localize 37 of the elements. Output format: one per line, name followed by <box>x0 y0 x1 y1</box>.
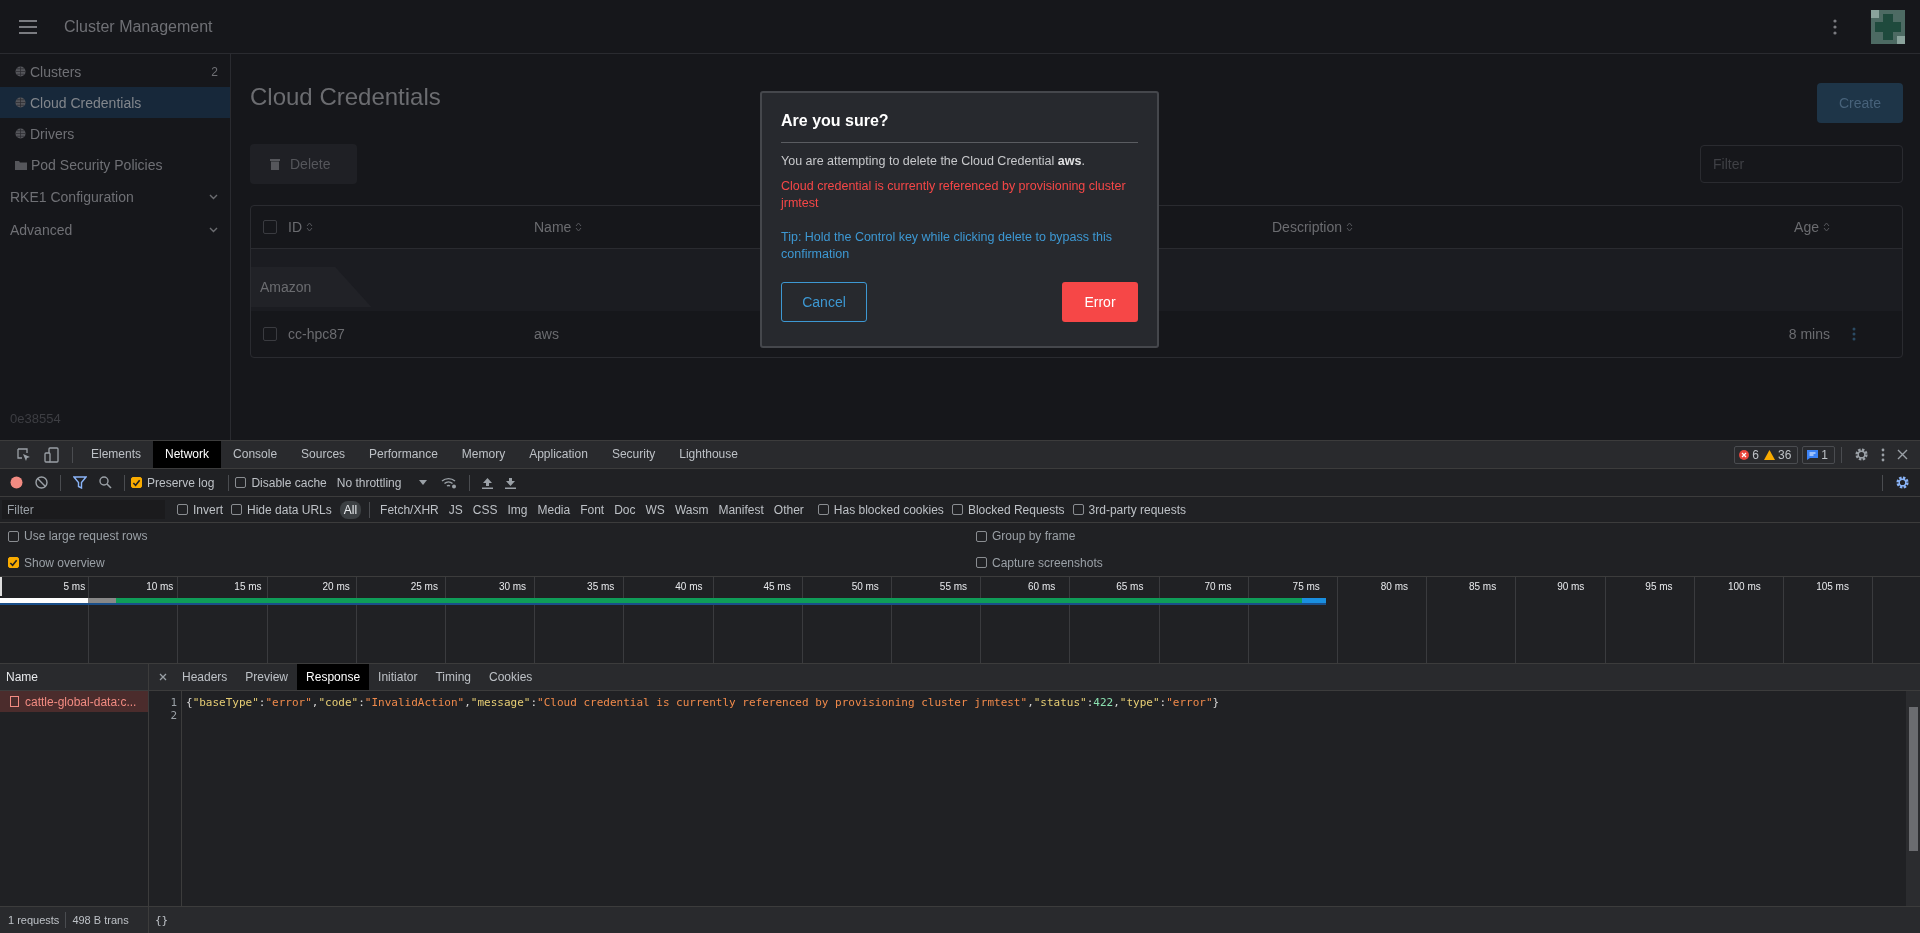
timeline-tick: 40 ms <box>674 580 704 594</box>
timeline-tick: 45 ms <box>762 580 792 594</box>
timeline-tick: 5 ms <box>62 580 87 594</box>
table-cell-text: 8 mins <box>1787 326 1830 342</box>
page-title: Cloud Credentials <box>250 83 441 111</box>
timeline-tick: 50 ms <box>850 580 880 594</box>
timeline-tick: 15 ms <box>233 580 263 594</box>
code-line: {"baseType":"error","code":"InvalidAction","message":"Cloud credential is currently referenced by provisioning cluster jrmtest","status":422,"type":"error"} <box>186 696 1220 709</box>
count-label: 2 <box>211 64 218 79</box>
line-number: 2 <box>170 709 177 722</box>
app-title: Cluster Management <box>64 17 213 36</box>
timeline-tick: 105 ms <box>1815 580 1850 594</box>
timeline-tick: 70 ms <box>1203 580 1233 594</box>
error-message: Cloud credential is currently referenced by provisioning cluster jrmtest <box>781 178 1127 212</box>
tip-text: Tip: Hold the Control key while clicking delete to bypass this confirmation <box>781 229 1113 263</box>
timeline-tick: 65 ms <box>1115 580 1145 594</box>
status-text: 1 requests <box>8 914 60 926</box>
timeline-tick: 100 ms <box>1726 580 1762 594</box>
dialog-message: You are attempting to delete the Cloud Credential aws. <box>781 153 1086 170</box>
timeline-tick: 30 ms <box>497 580 528 594</box>
timeline-tick: 25 ms <box>409 580 439 594</box>
timeline-tick: 80 ms <box>1379 580 1409 594</box>
dialog-title: Are you sure? <box>781 109 1138 143</box>
timeline-tick: 10 ms <box>145 580 175 594</box>
timeline-tick: 75 ms <box>1291 580 1321 594</box>
line-number: 1 <box>170 696 177 709</box>
table-cell-text: cc-hpc87 <box>288 326 346 342</box>
status-text: 498 B trans <box>72 914 129 926</box>
table-cell-text: aws <box>534 326 560 342</box>
timeline-tick: 55 ms <box>938 580 969 594</box>
timeline-tick: 60 ms <box>1027 580 1057 594</box>
timeline-tick: 95 ms <box>1644 580 1674 594</box>
timeline-tick: 90 ms <box>1556 580 1586 594</box>
group-label: Amazon <box>251 267 372 307</box>
timeline-tick: 85 ms <box>1467 580 1498 594</box>
timeline-tick: 35 ms <box>586 580 616 594</box>
timeline-tick: 20 ms <box>321 580 351 594</box>
